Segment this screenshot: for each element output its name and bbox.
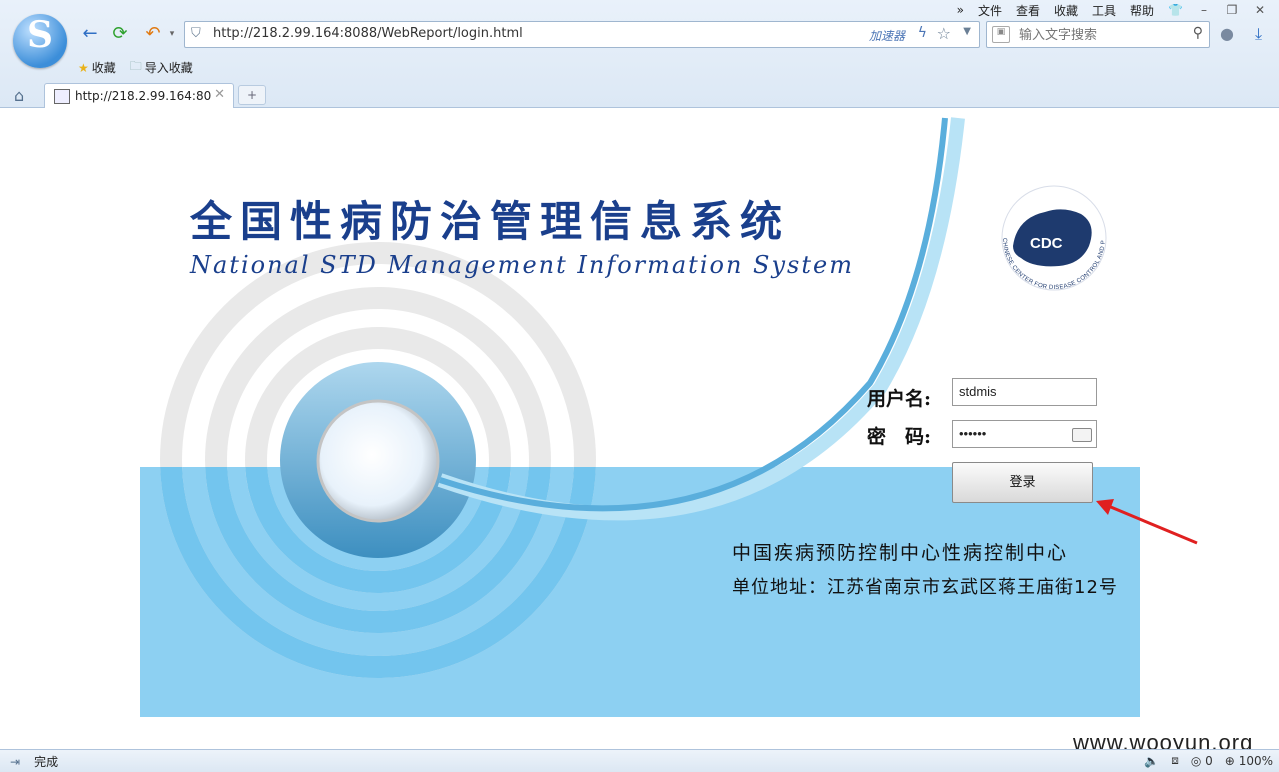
tab-close-icon[interactable]: ✕ bbox=[214, 87, 225, 102]
undo-icon[interactable]: ↶ bbox=[143, 24, 163, 44]
menu-file[interactable]: 文件 bbox=[978, 2, 1002, 19]
cdc-logo-text: CDC bbox=[1030, 235, 1063, 252]
home-icon[interactable]: ⌂ bbox=[14, 86, 24, 105]
download-status-icon: ◎ bbox=[1190, 753, 1202, 768]
browser-chrome: » 文件 查看 收藏 工具 帮助 👕 – ❐ ✕ ← ⟳ ↶ ▾ ⛉ http:… bbox=[0, 0, 1279, 108]
close-icon[interactable]: ✕ bbox=[1253, 3, 1267, 17]
organization-name: 中国疾病预防控制中心性病控制中心 bbox=[732, 542, 1069, 564]
password-input[interactable]: •••••• bbox=[952, 420, 1097, 448]
address-bar[interactable]: ⛉ http://218.2.99.164:8088/WebReport/log… bbox=[184, 21, 980, 48]
password-mask: •••••• bbox=[959, 426, 987, 441]
chevron-down-icon[interactable]: ▼ bbox=[963, 26, 971, 37]
system-title-cn: 全国性病防治管理信息系统 bbox=[190, 197, 791, 246]
restore-icon[interactable]: ❐ bbox=[1225, 3, 1239, 17]
menu-bar: » 文件 查看 收藏 工具 帮助 👕 – ❐ ✕ bbox=[957, 0, 1279, 20]
accelerator-label[interactable]: 加速器 bbox=[869, 27, 905, 44]
login-button[interactable]: 登录 bbox=[952, 462, 1093, 503]
search-icon[interactable]: ⚲ bbox=[1193, 25, 1203, 41]
search-box[interactable]: ▣ ⚲ bbox=[986, 21, 1210, 48]
username-label: 用户名: bbox=[867, 388, 932, 410]
tab-title: http://218.2.99.164:80 bbox=[75, 89, 212, 103]
zoom-icon: ⊕ bbox=[1224, 753, 1235, 768]
star-filled-icon: ★ bbox=[78, 60, 89, 75]
bookmarks-bar: ★ 收藏 🗀 导入收藏 bbox=[78, 57, 193, 78]
bookmark-favorites[interactable]: ★ 收藏 bbox=[78, 57, 116, 78]
more-icon[interactable]: » bbox=[957, 3, 964, 17]
new-tab-button[interactable]: + bbox=[238, 85, 266, 105]
menu-view[interactable]: 查看 bbox=[1016, 2, 1040, 19]
status-text: 完成 bbox=[34, 755, 59, 769]
browser-logo[interactable] bbox=[13, 14, 67, 68]
search-input[interactable] bbox=[1017, 24, 1181, 44]
bookmark-import[interactable]: 🗀 导入收藏 bbox=[130, 57, 193, 78]
undo-dropdown-icon[interactable]: ▾ bbox=[162, 24, 182, 44]
organization-address: 单位地址：江苏省南京市玄武区蒋王庙街12号 bbox=[732, 577, 1118, 598]
shield-icon: ⛉ bbox=[191, 26, 201, 41]
zoom-control[interactable]: ⊕ 100% bbox=[1225, 754, 1273, 768]
menu-tools[interactable]: 工具 bbox=[1092, 2, 1116, 19]
tab-strip: ⌂ http://218.2.99.164:80 ✕ + bbox=[0, 81, 1279, 108]
username-input[interactable]: stdmis bbox=[952, 378, 1097, 406]
bolt-icon[interactable]: ϟ bbox=[918, 25, 927, 41]
more-options-icon[interactable]: ● bbox=[1220, 24, 1234, 43]
star-icon[interactable]: ☆ bbox=[937, 24, 951, 43]
downloads-count[interactable]: ◎ 0 bbox=[1191, 754, 1213, 768]
toolbox-icon[interactable]: ⧈ bbox=[1171, 753, 1179, 768]
page-content: 全国性病防治管理信息系统 National STD Management Inf… bbox=[0, 108, 1279, 749]
volume-icon[interactable]: 🔈 bbox=[1144, 754, 1159, 768]
tab-login[interactable]: http://218.2.99.164:80 ✕ bbox=[44, 83, 234, 108]
sidebar-toggle-icon[interactable]: ⇥ bbox=[10, 755, 20, 769]
password-label: 密 码: bbox=[867, 426, 932, 448]
annotation-arrow bbox=[1096, 499, 1198, 545]
cdc-logo: CDC CHINESE CENTER FOR DISEASE CONTROL A… bbox=[985, 168, 1107, 291]
minimize-icon[interactable]: – bbox=[1197, 3, 1211, 17]
address-url[interactable]: http://218.2.99.164:8088/WebReport/login… bbox=[213, 26, 523, 41]
skin-icon[interactable]: 👕 bbox=[1168, 3, 1183, 17]
page-favicon-icon bbox=[54, 89, 70, 104]
back-icon[interactable]: ← bbox=[80, 24, 100, 44]
status-bar: ⇥ 完成 🔈 ⧈ ◎ 0 ⊕ 100% bbox=[0, 749, 1279, 772]
download-icon[interactable]: ⤓ bbox=[1255, 24, 1262, 44]
folder-icon: 🗀 bbox=[129, 59, 142, 73]
system-title-en: National STD Management Information Syst… bbox=[190, 251, 854, 279]
refresh-icon[interactable]: ⟳ bbox=[110, 24, 130, 44]
search-engine-icon[interactable]: ▣ bbox=[992, 26, 1010, 43]
keyboard-icon[interactable] bbox=[1072, 428, 1092, 442]
menu-help[interactable]: 帮助 bbox=[1130, 2, 1154, 19]
menu-favorites[interactable]: 收藏 bbox=[1054, 2, 1078, 19]
